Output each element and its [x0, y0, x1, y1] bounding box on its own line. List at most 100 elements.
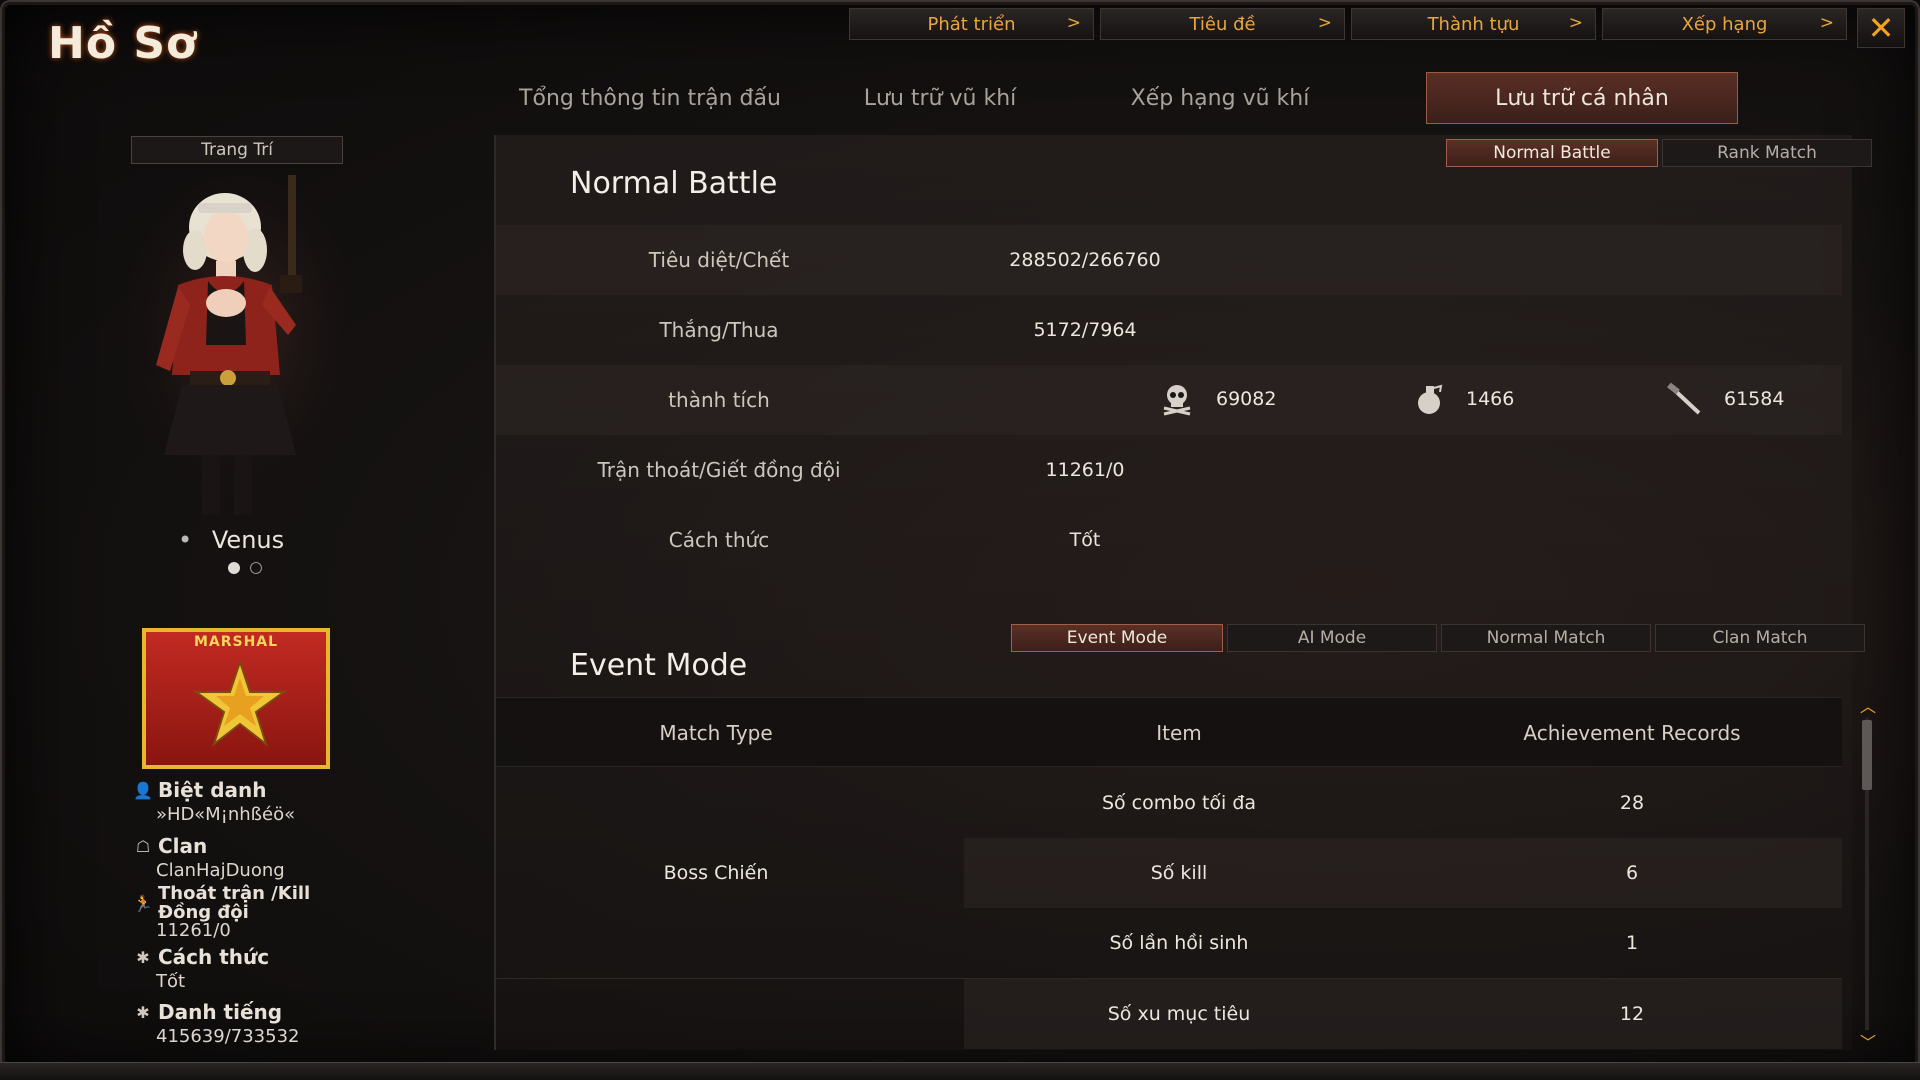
stat-label: Tiêu diệt/Chết	[648, 248, 790, 272]
reputation-value: 415639/733532	[156, 1026, 300, 1047]
stat-value: Tốt	[1069, 529, 1101, 551]
pager-dot-active[interactable]	[228, 562, 240, 574]
column-header-item: Item	[1156, 721, 1202, 745]
chevron-right-icon: >	[1066, 13, 1081, 33]
chevron-right-icon: >	[1819, 13, 1834, 33]
column-header-records: Achievement Records	[1523, 721, 1741, 745]
event-mode-title: Event Mode	[570, 648, 748, 683]
main-tabs: Tổng thông tin trận đấu Lưu trữ vũ khí X…	[480, 72, 1738, 124]
achievement-grenade: 1466	[1414, 382, 1514, 416]
scroll-thumb[interactable]	[1862, 720, 1872, 790]
nickname-label-row: 👤 Biệt danh	[133, 778, 394, 802]
tab-tong-thong-tin[interactable]: Tổng thông tin trận đấu	[480, 72, 820, 124]
nav-button-xep-hang[interactable]: Xếp hạng >	[1602, 8, 1847, 40]
stat-label: Cách thức	[668, 528, 770, 552]
reputation-label: Danh tiếng	[158, 1000, 283, 1024]
behavior-label: Cách thức	[158, 945, 270, 969]
close-button[interactable]: ✕	[1857, 8, 1905, 48]
event-mode-tabs: Event Mode AI Mode Normal Match Clan Mat…	[1011, 624, 1865, 652]
grenade-icon	[1418, 384, 1443, 414]
record-cell: 6	[1625, 862, 1639, 884]
info-behavior: ✱ Cách thức Tốt	[134, 945, 394, 992]
table-row: Số xu mục tiêu 12	[496, 978, 1842, 1049]
desertion-value: 11261/0	[156, 920, 231, 941]
table-row: Số combo tối đa 28	[496, 768, 1842, 838]
stat-row-kd: Tiêu diệt/Chết 288502/266760	[496, 225, 1842, 295]
tab-ai-mode[interactable]: AI Mode	[1227, 624, 1437, 652]
chevron-up-icon[interactable]: ︿	[1858, 699, 1878, 715]
clan-label: Clan	[158, 834, 208, 858]
clan-icon: ☖	[135, 836, 151, 856]
info-nickname: 👤 Biệt danh »HD«M¡nhßéö«	[133, 778, 394, 825]
behavior-label-row: ✱ Cách thức	[134, 945, 394, 969]
item-cell: Số xu mục tiêu	[1107, 1002, 1251, 1025]
stat-label: thành tích	[668, 388, 770, 412]
chevron-right-icon: >	[1568, 13, 1583, 33]
item-cell: Số combo tối đa	[1101, 792, 1257, 814]
pager-dot[interactable]	[250, 562, 262, 574]
close-icon: ✕	[1867, 9, 1895, 47]
tab-luu-tru-ca-nhan[interactable]: Lưu trữ cá nhân	[1426, 72, 1738, 124]
knife-icon	[1667, 382, 1701, 415]
nickname-value: »HD«M¡nhßéö«	[156, 804, 296, 825]
skull-icon	[1163, 385, 1191, 416]
tab-luu-tru-vu-khi[interactable]: Lưu trữ vũ khí	[820, 72, 1060, 124]
reputation-label-row: ✱ Danh tiếng	[134, 1000, 394, 1024]
character-portrait	[120, 175, 360, 515]
nav-button-label: Phát triển	[927, 13, 1016, 35]
person-icon: 👤	[133, 780, 153, 800]
table-row: Số lần hồi sinh 1	[496, 908, 1842, 978]
window-bottom-bar	[0, 1062, 1920, 1080]
character-pager	[228, 562, 262, 574]
achievement-knife: 61584	[1666, 382, 1784, 416]
gear-icon: ✱	[136, 947, 150, 967]
item-cell: Số kill	[1150, 862, 1208, 884]
character-name-row: • Venus	[150, 526, 346, 554]
table-row: Số kill 6	[496, 838, 1842, 908]
nav-button-label: Thành tựu	[1427, 13, 1520, 35]
battle-mode-tabs: Normal Battle Rank Match	[1446, 139, 1872, 167]
nav-button-label: Xếp hạng	[1681, 13, 1768, 35]
nav-button-tieu-de[interactable]: Tiêu đề >	[1100, 8, 1345, 40]
nav-button-phat-trien[interactable]: Phát triển >	[849, 8, 1094, 40]
chevron-down-icon[interactable]: ﹀	[1858, 1035, 1878, 1051]
tab-normal-battle[interactable]: Normal Battle	[1446, 139, 1658, 167]
top-nav: Phát triển > Tiêu đề > Thành tựu > Xếp h…	[849, 8, 1847, 40]
nav-button-thanh-tuu[interactable]: Thành tựu >	[1351, 8, 1596, 40]
gear-icon: ✱	[136, 1002, 150, 1022]
nickname-label: Biệt danh	[158, 778, 267, 802]
chevron-right-icon: >	[1317, 13, 1332, 33]
desertion-label-row: 🏃 Thoát trận /Kill Đồng đội	[133, 883, 394, 923]
nav-button-label: Tiêu đề	[1189, 13, 1256, 35]
tab-xep-hang-vu-khi[interactable]: Xếp hạng vũ khí	[1060, 72, 1380, 124]
item-cell: Số lần hồi sinh	[1109, 932, 1249, 954]
running-icon: 🏃	[133, 893, 153, 913]
clan-label-row: ☖ Clan	[134, 834, 394, 858]
tab-clan-match[interactable]: Clan Match	[1655, 624, 1865, 652]
desertion-label: Thoát trận /Kill Đồng đội	[158, 883, 311, 923]
tab-rank-match[interactable]: Rank Match	[1662, 139, 1872, 167]
table-header: Match Type Item Achievement Records	[496, 697, 1842, 767]
stat-row-wl: Thắng/Thua 5172/7964	[496, 295, 1842, 365]
achievement-headshot: 69082	[1160, 382, 1276, 416]
knife-count: 61584	[1724, 388, 1785, 410]
info-clan: ☖ Clan ClanHajDuong	[134, 834, 394, 881]
record-cell: 1	[1625, 932, 1639, 954]
stat-value: 11261/0	[1045, 459, 1125, 481]
info-reputation: ✱ Danh tiếng 415639/733532	[134, 1000, 394, 1047]
decorate-button[interactable]: Trang Trí	[131, 136, 343, 164]
rank-badge: MARSHAL	[142, 628, 330, 769]
record-cell: 12	[1619, 1002, 1645, 1025]
stat-label: Trận thoát/Giết đồng đội	[597, 458, 841, 482]
tab-normal-match[interactable]: Normal Match	[1441, 624, 1651, 652]
window-title: Hồ Sơ	[48, 18, 198, 69]
stat-value: 5172/7964	[1033, 319, 1137, 341]
behavior-value: Tốt	[156, 971, 186, 992]
stat-row-desertion: Trận thoát/Giết đồng đội 11261/0	[496, 435, 1842, 505]
table-scrollbar[interactable]: ︿ ﹀	[1860, 699, 1876, 1051]
grenade-count: 1466	[1466, 388, 1515, 410]
record-cell: 28	[1619, 792, 1645, 814]
bullet-dot-icon: •	[178, 526, 193, 554]
tab-event-mode[interactable]: Event Mode	[1011, 624, 1223, 652]
clan-value: ClanHajDuong	[156, 860, 285, 881]
